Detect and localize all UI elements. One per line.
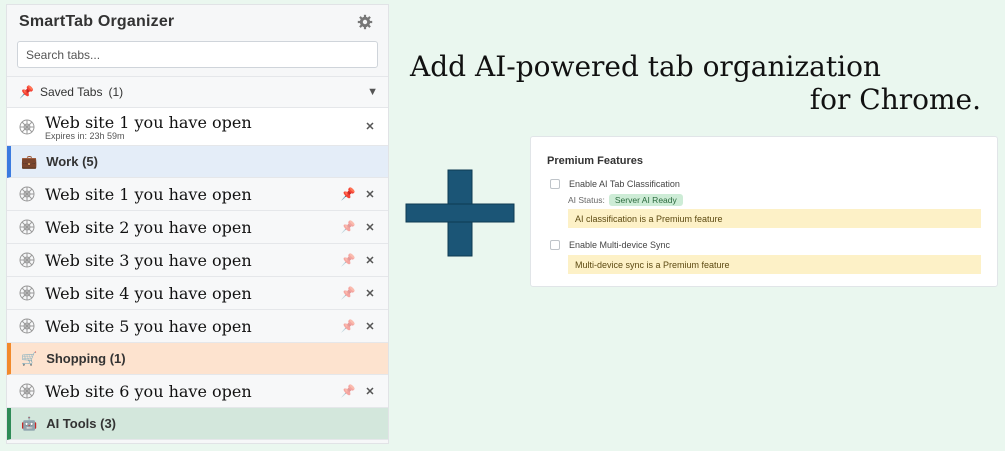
- card-title: Premium Features: [547, 155, 643, 167]
- extension-panel: SmartTab Organizer 📌 Saved Tabs (1) ▼: [6, 4, 389, 444]
- group-label: Shopping (1): [46, 351, 126, 366]
- tab-item[interactable]: Web site 6 you have open 📌 ✕: [7, 375, 388, 408]
- gear-icon[interactable]: [356, 13, 374, 31]
- panel-header: SmartTab Organizer: [7, 5, 388, 39]
- close-icon[interactable]: ✕: [362, 221, 378, 234]
- tab-item[interactable]: Web site 5 you have open 📌 ✕: [7, 310, 388, 343]
- app-title: SmartTab Organizer: [19, 13, 175, 30]
- tab-title: Web site 6 you have open: [45, 381, 252, 401]
- saved-tabs-label: Saved Tabs: [39, 85, 103, 99]
- status-badge: Server AI Ready: [608, 194, 683, 206]
- premium-features-card: Premium Features Enable AI Tab Classific…: [530, 136, 998, 287]
- close-icon[interactable]: ✕: [362, 287, 378, 300]
- globe-icon: [19, 219, 35, 235]
- sync-premium-notice: Multi-device sync is a Premium feature: [568, 255, 981, 274]
- ai-classification-option: Enable AI Tab Classification: [547, 177, 981, 191]
- tab-item[interactable]: Web site 2 you have open 📌 ✕: [7, 211, 388, 244]
- close-icon[interactable]: ✕: [362, 254, 378, 267]
- search-bar: [7, 39, 388, 76]
- pushpin-icon: 📌: [19, 85, 34, 99]
- group-label: Work (5): [46, 154, 98, 169]
- globe-icon: [19, 119, 35, 134]
- expiry-text: Expires in: 23h 59m: [45, 130, 125, 141]
- close-icon[interactable]: ✕: [362, 188, 378, 201]
- pin-icon[interactable]: 📌: [340, 187, 356, 201]
- tab-item[interactable]: Web site 4 you have open 📌 ✕: [7, 277, 388, 310]
- group-label: AI Tools (3): [46, 416, 116, 431]
- close-icon[interactable]: ✕: [362, 385, 378, 398]
- pin-icon[interactable]: 📌: [340, 220, 356, 234]
- pin-icon[interactable]: 📌: [340, 384, 356, 398]
- tab-title: Web site 4 you have open: [45, 283, 252, 303]
- robot-icon: 🤖: [21, 415, 38, 431]
- tab-title: Web site 3 you have open: [45, 250, 252, 270]
- saved-tab-item[interactable]: Web site 1 you have open Expires in: 23h…: [7, 108, 388, 146]
- saved-tabs-header[interactable]: 📌 Saved Tabs (1) ▼: [7, 76, 388, 108]
- tab-title: Web site 5 you have open: [45, 316, 252, 336]
- sync-option: Enable Multi-device Sync: [547, 238, 981, 252]
- headline: Add AI-powered tab organization for Chro…: [410, 50, 985, 116]
- group-header-ai-tools[interactable]: 🤖 AI Tools (3): [7, 408, 388, 440]
- globe-icon: [19, 186, 35, 202]
- search-input[interactable]: [17, 41, 378, 68]
- ai-status-row: AI Status: Server AI Ready: [547, 194, 981, 206]
- sync-label: Enable Multi-device Sync: [569, 240, 671, 250]
- headline-line-1: Add AI-powered tab organization: [410, 50, 881, 83]
- group-header-work[interactable]: 💼 Work (5): [7, 146, 388, 178]
- close-icon[interactable]: ✕: [362, 320, 378, 333]
- ai-premium-notice: AI classification is a Premium feature: [568, 209, 981, 228]
- tab-title: Web site 2 you have open: [45, 217, 252, 237]
- globe-icon: [19, 252, 35, 268]
- group-header-shopping[interactable]: 🛒 Shopping (1): [7, 343, 388, 375]
- pin-icon[interactable]: 📌: [340, 319, 356, 333]
- tab-title: Web site 1 you have open: [45, 112, 252, 132]
- tab-item[interactable]: Web site 3 you have open 📌 ✕: [7, 244, 388, 277]
- ai-status-label: AI Status:: [568, 195, 605, 205]
- pin-icon[interactable]: 📌: [340, 286, 356, 300]
- globe-icon: [19, 318, 35, 334]
- ai-classification-label: Enable AI Tab Classification: [569, 179, 680, 189]
- sync-checkbox[interactable]: [550, 240, 560, 250]
- headline-line-2: for Chrome.: [809, 83, 981, 116]
- tab-title: Web site 1 you have open: [45, 184, 252, 204]
- cart-icon: 🛒: [21, 350, 38, 366]
- globe-icon: [19, 383, 35, 399]
- plus-icon: [405, 169, 515, 257]
- saved-tabs-count: (1): [108, 85, 124, 99]
- close-icon[interactable]: ✕: [362, 120, 378, 133]
- ai-classification-checkbox[interactable]: [550, 179, 560, 189]
- briefcase-icon: 💼: [21, 153, 38, 169]
- tab-item[interactable]: Web site 1 you have open 📌 ✕: [7, 178, 388, 211]
- globe-icon: [19, 285, 35, 301]
- pin-icon[interactable]: 📌: [340, 253, 356, 267]
- chevron-down-icon[interactable]: ▼: [367, 86, 378, 98]
